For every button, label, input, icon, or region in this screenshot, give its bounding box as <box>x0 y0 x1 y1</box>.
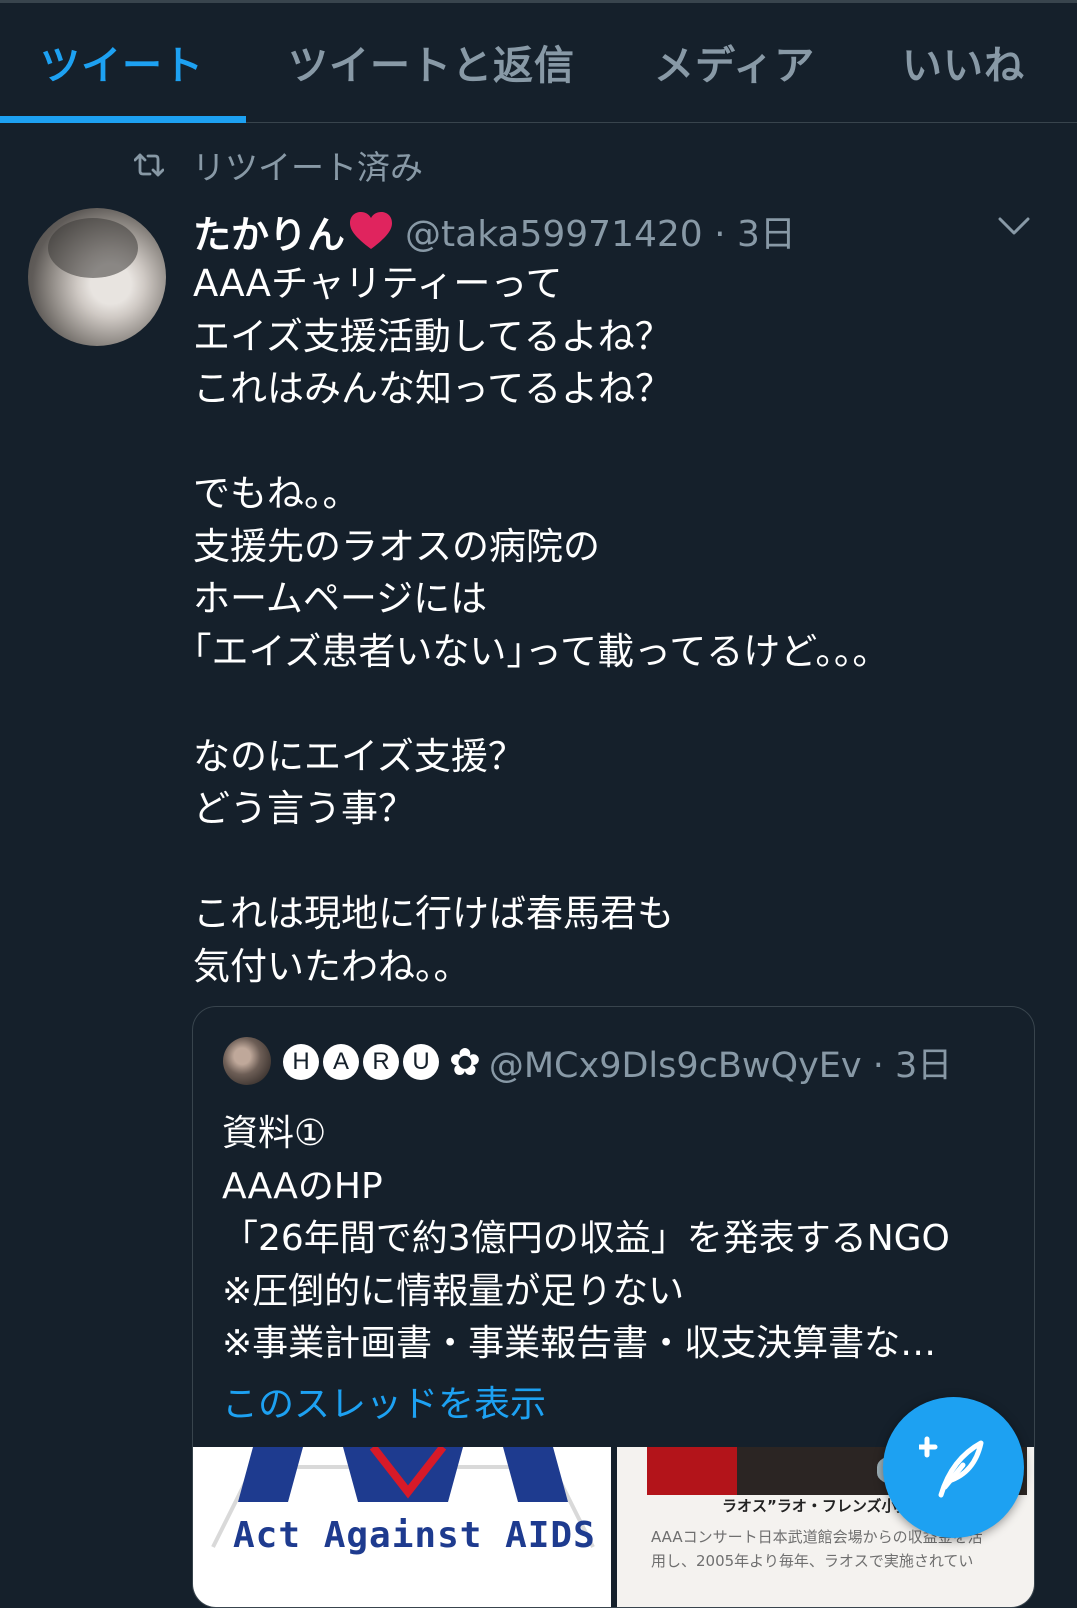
tab-tweets-and-replies[interactable]: ツイートと返信 <box>288 33 575 91</box>
name-letter: U <box>403 1044 439 1080</box>
quoted-handle-time: @MCx9Dls9cBwQyEv · 3日 <box>488 1045 953 1086</box>
active-tab-indicator <box>0 116 246 123</box>
author-name[interactable]: たかりん <box>193 204 345 259</box>
name-letter: A <box>323 1044 359 1080</box>
retweet-icon <box>134 153 164 177</box>
quoted-image-aaa-logo[interactable]: Act Against AIDS <box>193 1447 611 1607</box>
tab-media[interactable]: メディア <box>654 33 815 91</box>
profile-tabs: ツイート ツイートと返信 メディア いいね <box>0 3 1077 123</box>
author-avatar[interactable] <box>28 208 166 346</box>
chevron-down-icon[interactable] <box>996 214 1032 238</box>
quoted-author-avatar <box>223 1037 271 1085</box>
show-thread-link[interactable]: このスレッドを表示 <box>222 1375 546 1427</box>
name-letter: R <box>363 1044 399 1080</box>
quoted-tweet-text: 資料① AAAのHP 「26年間で約3億円の収益」を発表するNGO ※圧倒的に情… <box>222 1113 950 1364</box>
flower-icon: ✿ <box>449 1040 481 1084</box>
compose-feather-icon <box>919 1436 984 1498</box>
tweet-text: AAAチャリティーって エイズ支援活動してるよね？ これはみんな知ってるよね？ … <box>193 262 890 988</box>
quoted-tweet-header: H A R U ✿ @MCx9Dls9cBwQyEv · 3日 <box>283 1035 952 1089</box>
tab-tweets[interactable]: ツイート <box>40 33 204 91</box>
act-against-aids-text: Act Against AIDS <box>233 1515 596 1556</box>
compose-tweet-button[interactable] <box>883 1397 1024 1538</box>
article-photo-red <box>647 1447 737 1495</box>
tweet-header: たかりん @taka59971420 · 3日 <box>193 205 796 257</box>
retweet-context: リツイート済み <box>134 143 423 187</box>
heart-icon <box>350 212 393 249</box>
author-handle-time[interactable]: @taka59971420 · 3日 <box>405 205 796 257</box>
retweet-label: リツイート済み <box>192 148 423 187</box>
tab-likes[interactable]: いいね <box>902 33 1025 91</box>
name-letter: H <box>283 1044 319 1080</box>
